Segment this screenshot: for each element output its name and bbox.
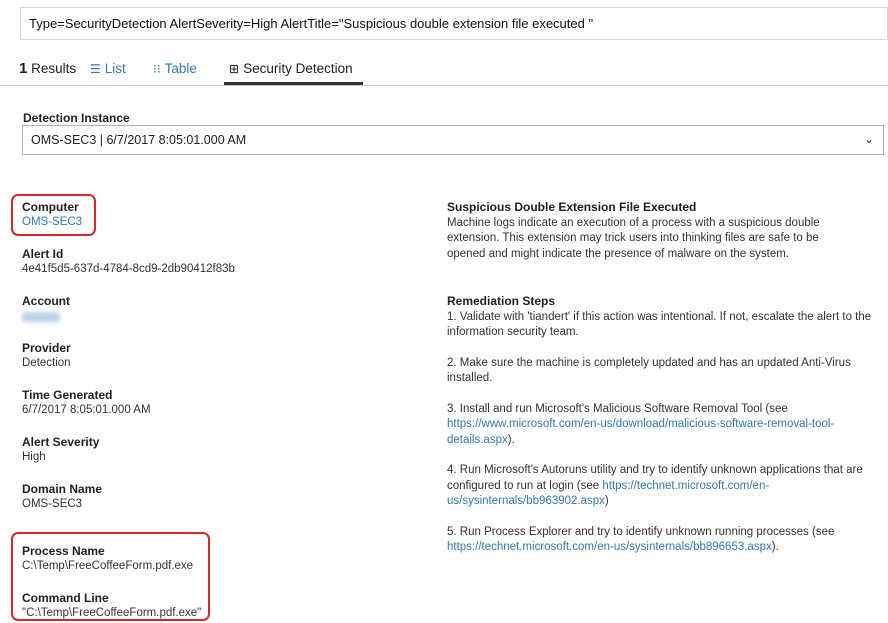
highlight-box-computer	[11, 194, 96, 236]
field-alert-severity: Alert Severity High	[22, 435, 99, 465]
remediation-section: Remediation Steps 1. Validate with 'tian…	[447, 294, 872, 556]
provider-value: Detection	[22, 357, 71, 369]
domain-name-value: OMS-SEC3	[22, 498, 83, 510]
tab-list[interactable]: ☰ List	[90, 61, 126, 76]
results-count-label: Results	[31, 61, 77, 76]
alert-id-value: 4e41f5d5-637d-4784-8cd9-2db90412f83b	[22, 263, 235, 275]
remediation-step-5-end: ).	[771, 541, 779, 553]
account-label: Account	[22, 294, 70, 308]
description-section: Suspicious Double Extension File Execute…	[447, 200, 832, 262]
remediation-step-4-end: )	[604, 495, 609, 507]
remediation-step-1: 1. Validate with 'tiandert' if this acti…	[447, 310, 872, 339]
remediation-step-5-text: 5. Run Process Explorer and try to ident…	[447, 525, 835, 538]
grid-icon: ⊞	[229, 61, 240, 76]
active-tab-indicator	[224, 82, 363, 85]
remediation-step-3: 3. Install and run Microsoft's Malicious…	[447, 402, 872, 449]
list-icon: ☰	[90, 61, 101, 76]
account-value-redacted	[22, 309, 70, 327]
remediation-title: Remediation Steps	[447, 294, 556, 308]
remediation-step-2: 2. Make sure the machine is completely u…	[447, 356, 851, 385]
detection-instance-value: OMS-SEC3 | 6/7/2017 8:05:01.000 AM	[31, 133, 247, 147]
search-query-text: Type=SecurityDetection AlertSeverity=Hig…	[29, 16, 594, 31]
process-explorer-link[interactable]: https://technet.microsoft.com/en-us/sysi…	[447, 541, 772, 553]
field-account: Account	[22, 294, 70, 327]
remediation-step-3-text: 3. Install and run Microsoft's Malicious…	[447, 402, 788, 415]
search-query-input[interactable]: Type=SecurityDetection AlertSeverity=Hig…	[20, 7, 888, 40]
results-count-number: 1	[19, 60, 28, 77]
detection-instance-select[interactable]: OMS-SEC3 | 6/7/2017 8:05:01.000 AM ⌄	[22, 125, 884, 155]
field-provider: Provider Detection	[22, 341, 71, 371]
field-time-generated: Time Generated 6/7/2017 8:05:01.000 AM	[22, 388, 151, 418]
tab-security-detection-label: Security Detection	[243, 61, 353, 76]
view-tabs: 1 Results ☰ List ⁝⁝ Table ⊞ Security Det…	[0, 58, 888, 86]
time-generated-label: Time Generated	[22, 388, 113, 402]
tab-table[interactable]: ⁝⁝ Table	[153, 61, 197, 76]
alert-id-label: Alert Id	[22, 247, 64, 261]
tab-security-detection[interactable]: ⊞ Security Detection	[229, 61, 353, 76]
chevron-down-icon: ⌄	[863, 132, 874, 146]
highlight-box-process	[11, 532, 210, 621]
remediation-step-4: 4. Run Microsoft's Autoruns utility and …	[447, 463, 872, 510]
detection-instance-label: Detection Instance	[23, 111, 130, 125]
tab-table-label: Table	[164, 61, 197, 76]
domain-name-label: Domain Name	[22, 482, 103, 496]
remediation-step-5: 5. Run Process Explorer and try to ident…	[447, 525, 872, 556]
alert-severity-label: Alert Severity	[22, 435, 100, 449]
results-count: 1 Results	[19, 60, 76, 77]
description-text: Machine logs indicate an execution of a …	[447, 216, 820, 260]
description-title: Suspicious Double Extension File Execute…	[447, 200, 697, 214]
tab-list-label: List	[104, 61, 126, 76]
table-icon: ⁝⁝	[153, 61, 161, 76]
provider-label: Provider	[22, 341, 71, 355]
alert-severity-value: High	[22, 451, 46, 463]
field-alert-id: Alert Id 4e41f5d5-637d-4784-8cd9-2db9041…	[22, 247, 235, 277]
msrt-link[interactable]: https://www.microsoft.com/en-us/download…	[447, 418, 834, 446]
time-generated-value: 6/7/2017 8:05:01.000 AM	[22, 404, 151, 416]
field-domain-name: Domain Name OMS-SEC3	[22, 482, 102, 512]
remediation-step-3-end: ).	[507, 433, 515, 446]
